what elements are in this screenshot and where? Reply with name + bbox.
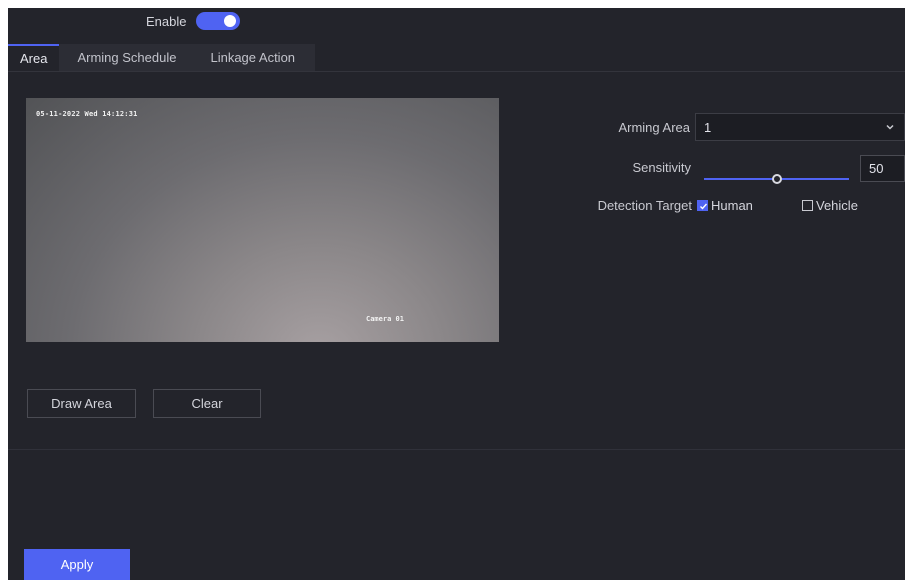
arming-area-label: Arming Area xyxy=(618,120,690,135)
enable-toggle[interactable] xyxy=(196,12,241,30)
detection-target-label: Detection Target xyxy=(597,198,692,213)
tab-area[interactable]: Area xyxy=(8,44,60,71)
smart-event-panel: Enable Area Arming Schedule Linkage Acti… xyxy=(8,8,905,580)
enable-label: Enable xyxy=(146,13,187,29)
slider-thumb[interactable] xyxy=(771,174,782,184)
tab-linkage-action[interactable]: Linkage Action xyxy=(194,44,316,71)
checkmark-icon xyxy=(697,200,708,211)
camera-preview[interactable]: 05-11-2022 Wed 14:12:31 Camera 01 xyxy=(26,98,499,342)
arming-area-select[interactable]: 1 xyxy=(695,113,905,141)
tab-bar: Area Arming Schedule Linkage Action xyxy=(8,44,905,72)
chevron-down-icon xyxy=(884,121,896,133)
human-checkbox[interactable]: Human xyxy=(697,198,753,213)
enable-row: Enable xyxy=(146,12,241,30)
vehicle-checkbox[interactable]: Vehicle xyxy=(802,198,858,213)
sensitivity-slider[interactable] xyxy=(704,172,849,186)
apply-button[interactable]: Apply xyxy=(24,549,130,580)
sensitivity-label: Sensitivity xyxy=(632,160,691,175)
tab-arming-schedule[interactable]: Arming Schedule xyxy=(59,44,195,71)
osd-camera-name: Camera 01 xyxy=(366,315,404,323)
clear-button[interactable]: Clear xyxy=(153,389,261,418)
toggle-knob xyxy=(224,15,237,27)
osd-timestamp: 05-11-2022 Wed 14:12:31 xyxy=(36,110,138,118)
sensitivity-input[interactable]: 50 xyxy=(860,155,905,182)
arming-area-value: 1 xyxy=(704,119,712,135)
checkbox-empty-icon xyxy=(802,200,813,211)
draw-area-button[interactable]: Draw Area xyxy=(27,389,136,418)
human-label: Human xyxy=(711,198,753,213)
section-divider xyxy=(8,449,905,450)
vehicle-label: Vehicle xyxy=(816,198,858,213)
